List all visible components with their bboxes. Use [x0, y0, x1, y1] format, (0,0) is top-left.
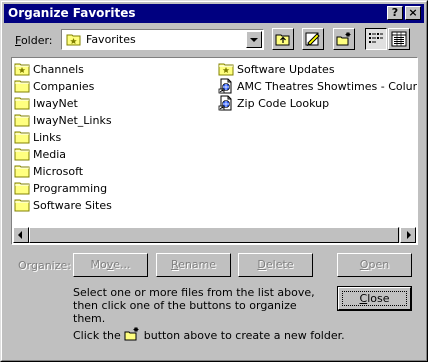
folder-icon — [14, 97, 30, 110]
list-item-label: Channels — [33, 63, 84, 76]
close-label-end: lose — [367, 292, 390, 305]
delete-label-end: elete — [265, 258, 294, 271]
internet-shortcut-icon — [218, 78, 232, 94]
open-button[interactable]: Open — [337, 253, 412, 277]
list-view-button[interactable] — [365, 28, 387, 50]
list-item-label: Programming — [33, 182, 108, 195]
hint-text-end: button above to create a new folder. — [143, 329, 345, 342]
hint-text-start: Click the — [73, 329, 121, 342]
chevron-down-icon[interactable] — [246, 31, 262, 48]
list-item-label: Microsoft — [33, 165, 84, 178]
folder-icon — [14, 199, 30, 212]
list-item-label: Software Sites — [33, 199, 112, 212]
folder-label: Folder: — [15, 34, 53, 47]
favorites-list[interactable]: Channels Companies IwayNet IwayNet_Links Lin… — [11, 57, 418, 245]
rename-button[interactable]: Rename — [156, 253, 231, 277]
update-favorites-button[interactable] — [302, 28, 324, 50]
up-one-level-icon — [275, 34, 290, 46]
horizontal-scrollbar[interactable] — [13, 227, 416, 243]
list-item-label: Zip Code Lookup — [237, 97, 330, 110]
window-title: Organize Favorites — [8, 6, 136, 20]
folder-dropdown[interactable]: Favorites — [61, 29, 264, 50]
scroll-right-arrow-icon[interactable] — [400, 227, 416, 243]
title-bar[interactable]: Organize Favorites ? × — [4, 4, 424, 23]
favorites-folder-icon — [66, 32, 82, 50]
help-button[interactable]: ? — [387, 6, 403, 20]
close-button[interactable]: Close — [337, 286, 412, 311]
details-view-icon — [391, 31, 407, 47]
list-item-label: IwayNet — [33, 97, 78, 110]
list-item-label: Links — [33, 131, 62, 144]
folder-dropdown-value: Favorites — [86, 33, 136, 46]
delete-label-accesskey: D — [257, 258, 266, 271]
list-item-label: Software Updates — [237, 63, 335, 76]
folder-label-text: older: — [20, 34, 53, 47]
create-folder-button[interactable] — [333, 28, 355, 50]
new-folder-icon — [336, 32, 351, 46]
scroll-left-arrow-icon[interactable] — [13, 227, 29, 243]
list-item-label: IwayNet_Links — [33, 114, 112, 127]
channels-folder-icon — [218, 63, 234, 76]
folder-icon — [14, 148, 30, 161]
folder-icon — [14, 182, 30, 195]
folder-icon — [14, 165, 30, 178]
close-window-button[interactable]: × — [405, 6, 421, 20]
scrollbar-thumb[interactable] — [29, 227, 399, 243]
up-one-level-button[interactable] — [272, 28, 294, 50]
channels-folder-icon — [14, 63, 30, 76]
list-view-icon — [369, 33, 383, 43]
new-folder-icon — [124, 326, 140, 345]
organize-label: Organize: — [18, 259, 71, 272]
list-item-label: Companies — [33, 80, 95, 93]
list-item-label: AMC Theatres Showtimes - Columbus — [237, 80, 417, 93]
internet-shortcut-icon — [218, 95, 232, 111]
move-button[interactable]: Move... — [73, 253, 148, 277]
open-label-end: pen — [368, 258, 390, 271]
folder-icon — [14, 80, 30, 93]
folder-icon — [14, 114, 30, 127]
organize-favorites-dialog: Organize Favorites ? × Folder: Favorites — [0, 0, 428, 362]
list-item-label: Media — [33, 148, 67, 161]
folder-icon — [14, 131, 30, 144]
organize-instructions: Select one or more files from the list a… — [73, 286, 315, 325]
new-folder-hint: Click the button above to create a new f… — [73, 326, 345, 345]
move-label-end: e... — [113, 258, 131, 271]
delete-button[interactable]: Delete — [238, 253, 313, 277]
rename-label-end: ename — [178, 258, 217, 271]
details-view-button[interactable] — [388, 28, 410, 50]
move-label-start: Mo — [90, 258, 107, 271]
favorites-update-icon — [305, 32, 320, 46]
